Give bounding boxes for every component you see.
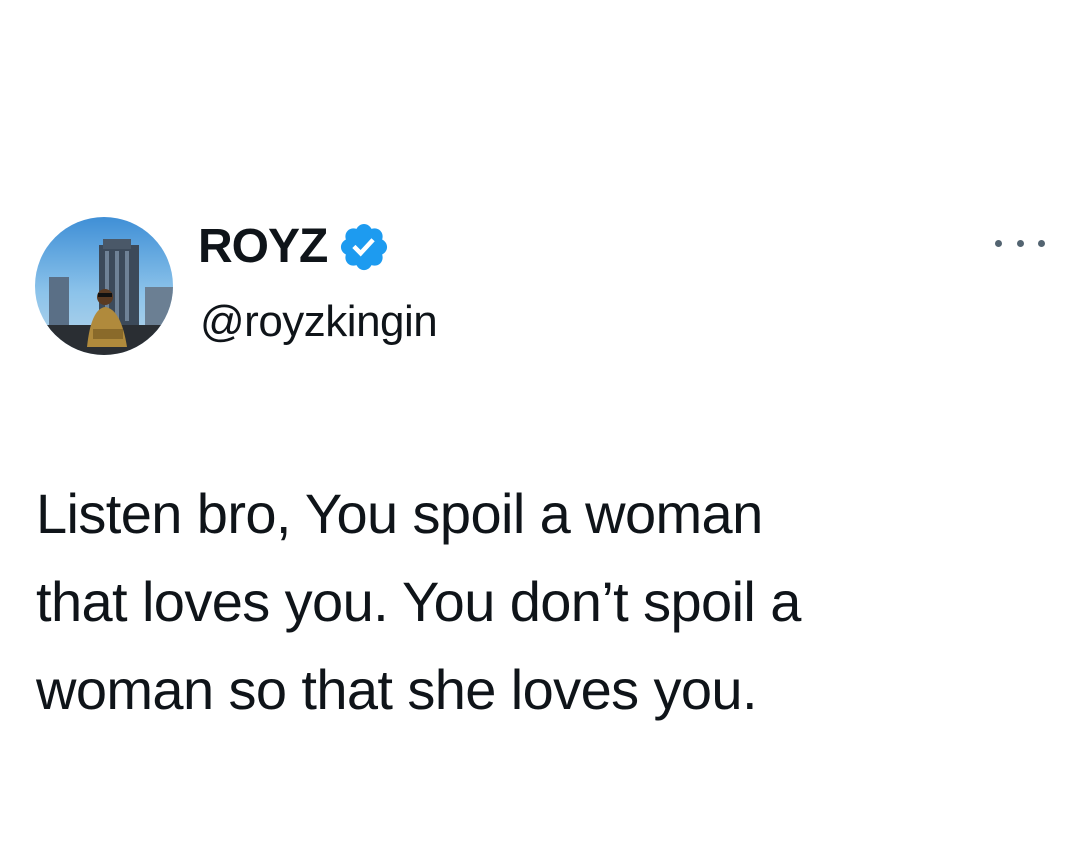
tweet-text-line: Listen bro, You spoil a woman (36, 482, 763, 545)
author-name-row: ROYZ (198, 218, 391, 276)
more-dot-1 (995, 239, 1002, 247)
more-dot-2 (1016, 239, 1024, 247)
avatar-image (35, 217, 173, 355)
more-dot-3 (1038, 239, 1045, 247)
tweet-text: Listen bro, You spoil a woman that loves… (36, 470, 1056, 734)
avatar[interactable] (35, 217, 173, 355)
tweet-card: ROYZ @royzkingin Listen bro, You spoil a… (0, 0, 1080, 847)
tweet-text-line: that loves you. You don’t spoil a (36, 570, 801, 633)
user-handle[interactable]: @royzkingin (200, 300, 438, 344)
tweet-text-line: woman so that she loves you. (36, 658, 758, 721)
display-name[interactable]: ROYZ (198, 223, 328, 271)
more-options-icon[interactable] (995, 230, 1045, 256)
verified-badge-icon (337, 220, 391, 274)
